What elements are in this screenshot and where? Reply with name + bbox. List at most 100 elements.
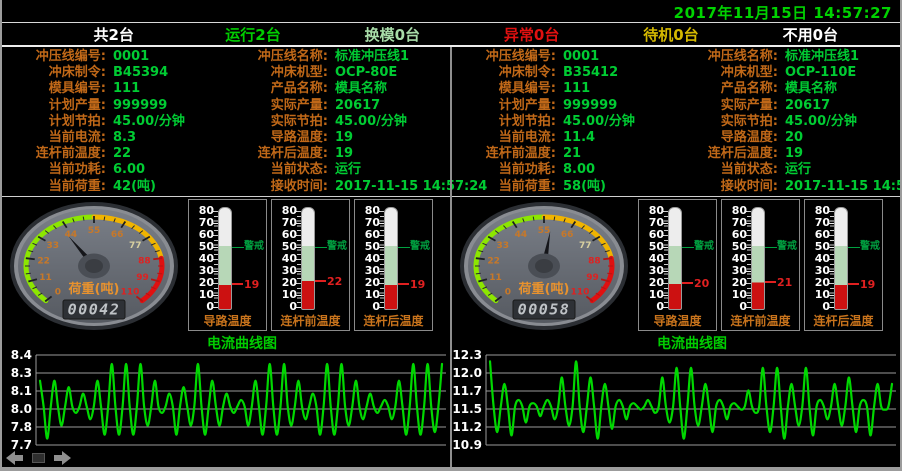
gauge-digital-readout: 00058 — [518, 301, 571, 319]
info-value: 20617 — [780, 98, 902, 114]
info-value: 20 — [780, 130, 902, 146]
thermo-value-marker — [398, 283, 409, 285]
window-nav-fragment — [6, 451, 71, 465]
info-value: 45.00/分钟 — [780, 114, 902, 130]
thermo-tube — [218, 207, 232, 310]
info-value: 标准冲压线1 — [780, 49, 902, 65]
gauge-tick-label: 44 — [65, 230, 78, 240]
datetime-display: 2017年11月15日 14:57:27 — [674, 2, 892, 23]
machine-panel-2: 冲压线编号:0001冲压线名称:标准冲压线1冲床制令:B35412冲床机型:OC… — [452, 47, 900, 467]
info-value: 58(吨) — [558, 179, 674, 195]
thermometer-2: 80706050403020100警戒19连杆后温度 — [804, 199, 883, 331]
info-value: 运行 — [780, 162, 902, 178]
warning-threshold-label: 警戒 — [777, 242, 797, 252]
info-label: 连杆后温度: — [224, 146, 330, 162]
info-value: 11.4 — [558, 130, 674, 146]
info-value: 0001 — [558, 49, 674, 65]
thermometer-1: 80706050403020100警戒21连杆前温度 — [721, 199, 800, 331]
info-label: 接收时间: — [224, 179, 330, 195]
thermo-title: 导路温度 — [639, 312, 716, 329]
info-value: OCP-110E — [780, 65, 902, 81]
warning-threshold-label: 警戒 — [244, 242, 264, 252]
chart-title: 电流曲线图 — [207, 335, 277, 352]
gauge-title: 荷重(吨) — [68, 281, 120, 297]
gauge-tick-label: 99 — [136, 273, 149, 283]
info-value: 模具名称 — [780, 81, 902, 97]
gauge-tick-label: 88 — [138, 256, 151, 266]
chart-ytick-label: 12.0 — [452, 366, 482, 380]
thermometer-0: 80706050403020100警戒20导路温度 — [638, 199, 717, 331]
info-value: 0001 — [108, 49, 224, 65]
thermo-tube — [668, 207, 682, 310]
info-label: 当前电流: — [452, 130, 558, 146]
info-label: 计划产量: — [2, 98, 108, 114]
info-label: 产品名称: — [224, 81, 330, 97]
chart-ytick-label: 7.8 — [11, 420, 32, 434]
gauge-tick-label: 0 — [505, 287, 511, 297]
info-label: 实际产量: — [224, 98, 330, 114]
current-curve-chart: 电流曲线图12.312.011.711.511.210.9 — [452, 335, 900, 465]
status-count-5: 不用0台 — [741, 24, 880, 45]
warning-threshold-line — [848, 247, 860, 248]
thermo-value-label: 19 — [244, 279, 259, 290]
info-label: 产品名称: — [674, 81, 780, 97]
chart-ytick-label: 12.3 — [452, 348, 482, 362]
status-count-0: 共2台 — [44, 24, 183, 45]
warning-threshold-label: 警戒 — [327, 242, 347, 252]
thermo-title: 连杆前温度 — [722, 312, 799, 329]
thermo-title: 连杆后温度 — [805, 312, 882, 329]
gauge-tick-label: 11 — [39, 273, 52, 283]
gauge-tick-label: 99 — [586, 273, 599, 283]
gauge-tick-label: 0 — [55, 287, 61, 297]
thermo-title: 连杆后温度 — [355, 312, 432, 329]
chart-ytick-label: 11.5 — [452, 402, 482, 416]
info-label: 导路温度: — [674, 130, 780, 146]
machine-panel-1: 冲压线编号:0001冲压线名称:标准冲压线1冲床制令:B45394冲床机型:OC… — [2, 47, 450, 467]
thermo-value-label: 22 — [327, 276, 342, 287]
thermo-tube — [751, 207, 765, 310]
hmi-dashboard-screen: 2017年11月15日 14:57:27 共2台运行2台换模0台异常0台待机0台… — [0, 0, 902, 471]
info-label: 实际节拍: — [224, 114, 330, 130]
machine-info-grid: 冲压线编号:0001冲压线名称:标准冲压线1冲床制令:B45394冲床机型:OC… — [2, 49, 450, 195]
section-separator — [452, 196, 900, 197]
thermo-value-marker — [765, 281, 776, 283]
status-count-1: 运行2台 — [183, 24, 322, 45]
chart-ytick-label: 11.7 — [452, 384, 482, 398]
thermo-title: 连杆前温度 — [272, 312, 349, 329]
back-arrow-icon[interactable] — [6, 451, 24, 465]
titlebar: 2017年11月15日 14:57:27 — [2, 0, 900, 22]
gauge-tick-label: 88 — [588, 256, 601, 266]
thermo-title: 导路温度 — [189, 312, 266, 329]
info-label: 当前功耗: — [2, 162, 108, 178]
warning-threshold-line — [232, 247, 244, 248]
chart-ytick-label: 11.2 — [452, 420, 482, 434]
thermo-value-label: 20 — [694, 278, 709, 289]
machine-info-grid: 冲压线编号:0001冲压线名称:标准冲压线1冲床制令:B35412冲床机型:OC… — [452, 49, 900, 195]
thermo-value-marker — [848, 283, 859, 285]
current-curve-chart: 电流曲线图8.48.38.18.07.87.7 — [2, 335, 450, 465]
thermo-tube — [384, 207, 398, 310]
forward-arrow-icon[interactable] — [53, 451, 71, 465]
info-value: 999999 — [558, 98, 674, 114]
section-separator — [2, 196, 450, 197]
gauge-tick-label: 22 — [487, 256, 500, 266]
info-label: 导路温度: — [224, 130, 330, 146]
info-value: 111 — [108, 81, 224, 97]
gauge-tick-label: 66 — [561, 230, 574, 240]
info-value: B35412 — [558, 65, 674, 81]
info-value: B45394 — [108, 65, 224, 81]
warning-threshold-line — [315, 247, 327, 248]
gauge-title: 荷重(吨) — [518, 281, 570, 297]
warning-threshold-line — [398, 247, 410, 248]
thermo-value-label: 19 — [860, 279, 875, 290]
info-label: 当前状态: — [224, 162, 330, 178]
gauge-tick-label: 110 — [571, 287, 590, 297]
info-label: 当前状态: — [674, 162, 780, 178]
gauge-tick-label: 22 — [37, 256, 50, 266]
info-value: 21 — [558, 146, 674, 162]
info-value: 2017-11-15 14:57:24 — [780, 179, 902, 195]
info-label: 接收时间: — [674, 179, 780, 195]
thermometer-0: 80706050403020100警戒19导路温度 — [188, 199, 267, 331]
info-value: 8.00 — [558, 162, 674, 178]
window-fragment-icon — [32, 453, 45, 463]
